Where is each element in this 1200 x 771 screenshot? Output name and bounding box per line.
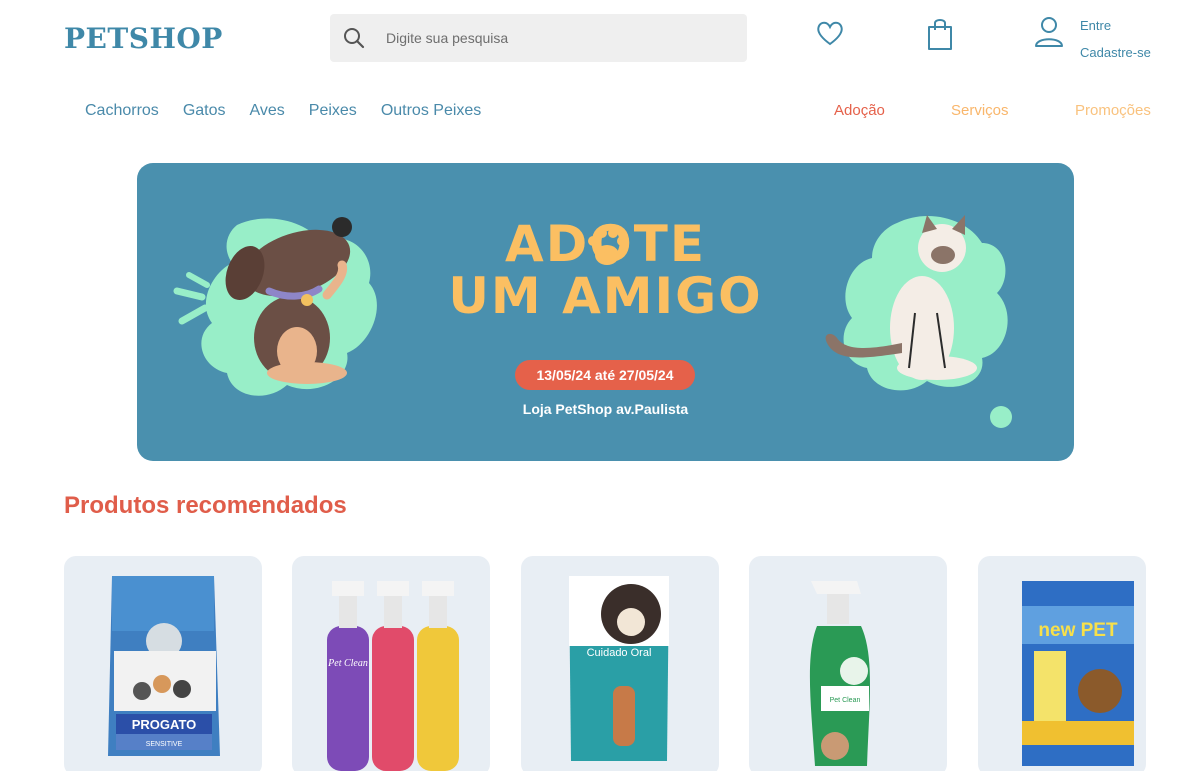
product-brand: Pet Clean <box>327 658 368 669</box>
product-tag: SENSITIVE <box>146 741 183 748</box>
product-brand: Pet Clean <box>830 697 861 704</box>
user-icon[interactable] <box>1034 16 1064 48</box>
adoption-banner[interactable]: ADOTE UM AMIGO 13/05/24 até 27/05/24 Loj… <box>137 163 1074 461</box>
signin-link[interactable]: Entre <box>1080 18 1111 33</box>
product-card[interactable]: Pet Clean <box>292 556 490 771</box>
signup-link[interactable]: Cadastre-se <box>1080 45 1151 60</box>
product-image: Pet Clean <box>809 581 870 766</box>
nav-item-gatos[interactable]: Gatos <box>183 102 226 120</box>
spray-bottle <box>372 581 414 771</box>
spray-bottle <box>417 581 459 771</box>
bag-icon[interactable] <box>926 16 954 52</box>
search-icon[interactable] <box>342 26 366 50</box>
product-image: Pet Clean <box>327 581 459 771</box>
spray-bottle <box>327 581 369 771</box>
product-image: PROGATO SENSITIVE <box>108 576 220 756</box>
product-card[interactable]: PROGATO SENSITIVE <box>64 556 262 771</box>
banner-title-line1: ADOTE <box>505 215 706 273</box>
banner-title-line2: UM AMIGO <box>448 267 763 325</box>
banner-location: Loja PetShop av.Paulista <box>522 401 689 417</box>
logo[interactable]: PETSHOP <box>64 22 223 55</box>
product-brand: new PET <box>1038 620 1118 641</box>
product-brand: Cuidado Oral <box>587 647 652 659</box>
date-badge: 13/05/24 até 27/05/24 <box>515 360 695 390</box>
product-card[interactable]: Cuidado Oral <box>521 556 719 771</box>
product-image: Cuidado Oral <box>569 576 669 761</box>
search-bar[interactable] <box>330 14 747 62</box>
nav-item-adocao[interactable]: Adoção <box>834 102 885 119</box>
nav-item-outros-peixes[interactable]: Outros Peixes <box>381 102 481 120</box>
nav-item-promocoes[interactable]: Promoções <box>1075 102 1151 119</box>
category-nav: Cachorros Gatos Aves Peixes Outros Peixe… <box>85 102 481 120</box>
nav-item-peixes[interactable]: Peixes <box>309 102 357 120</box>
heart-icon[interactable] <box>815 18 845 48</box>
product-image: new PET <box>1022 581 1134 766</box>
nav-item-servicos[interactable]: Serviços <box>951 102 1009 119</box>
product-card[interactable]: new PET <box>978 556 1146 771</box>
nav-item-aves[interactable]: Aves <box>250 102 285 120</box>
nav-item-cachorros[interactable]: Cachorros <box>85 102 159 120</box>
search-input[interactable] <box>386 30 706 46</box>
section-title: Produtos recomendados <box>64 492 347 519</box>
product-brand: PROGATO <box>132 717 197 732</box>
product-card[interactable]: Pet Clean <box>749 556 947 771</box>
